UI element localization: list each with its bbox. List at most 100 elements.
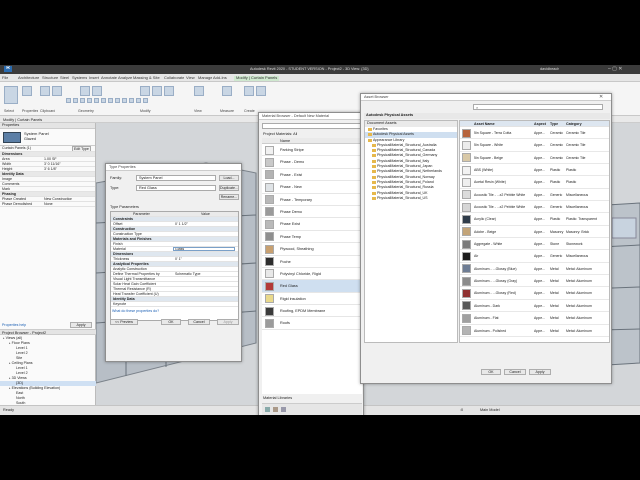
ribbon-tab[interactable]: Insert [89,76,99,81]
asset-row[interactable]: Aggregate - White Appe... Stone Stonework [460,238,609,251]
ribbon-tool-button[interactable] [4,86,18,104]
material-list-item[interactable]: Parking Stripe [262,144,362,157]
ribbon-small-tool-icon[interactable] [101,98,106,103]
ribbon-tool-button[interactable] [140,86,150,96]
tree-expander-icon[interactable]: ▸ [9,376,11,380]
ribbon-small-tool-icon[interactable] [143,98,148,103]
property-value[interactable]: 1.00 SF [44,157,57,161]
ribbon-small-tool-icon[interactable] [122,98,127,103]
revit-logo-icon[interactable]: R [4,66,12,72]
ribbon-tab[interactable]: Architecture [18,76,39,81]
parameter-value[interactable]: 0' 1" [175,257,182,261]
ribbon-small-tool-icon[interactable] [66,98,71,103]
ribbon-tab[interactable]: Manage [198,76,212,81]
create-material-icon[interactable] [273,407,278,412]
asset-row[interactable]: Aluminum - Polished Appe... Metal Metal: Al… [460,325,609,337]
rename-button[interactable]: Rename... [219,194,239,200]
ribbon-tool-button[interactable] [152,86,162,96]
parameter-value[interactable]: Schematic Type [175,272,201,276]
ribbon-tab[interactable]: Modify | Curtain Panels [234,76,280,81]
asset-row[interactable]: Aluminum - ...Glossy (Red) Appe... Metal Me… [460,287,609,300]
col-aspect[interactable]: Aspect [534,122,546,126]
family-select[interactable]: System Panel [136,175,216,181]
tree-expander-icon[interactable]: ▸ [9,341,11,345]
material-library-icon[interactable] [265,407,270,412]
asset-library-item[interactable]: PhysicalMaterial_Structural_US [365,196,457,201]
properties-help-link[interactable]: Properties help [2,323,26,327]
material-list-item[interactable]: Polyvinyl Chloride, Rigid [262,268,362,281]
ribbon-tool-button[interactable] [52,86,62,96]
ribbon-tab[interactable]: Steel [60,76,69,81]
asset-row[interactable]: Acoustic Tile - ...x2 Pebble White Appe..… [460,201,609,214]
material-list-item[interactable]: Phase - Demo [262,156,362,169]
ribbon-tool-button[interactable] [222,86,232,96]
ribbon-tab[interactable]: Structure [42,76,58,81]
col-asset-name[interactable]: Asset Name [474,122,495,126]
ribbon-small-tool-icon[interactable] [87,98,92,103]
asset-row[interactable]: Acoustic Tile - ...x2 Pebble White Appe..… [460,189,609,202]
tree-expander-icon[interactable]: ▸ [3,336,5,340]
type-apply-button[interactable]: Apply [217,319,239,325]
material-list-item[interactable]: Poche [262,256,362,268]
material-list-item[interactable]: Plywood, Sheathing [262,243,362,256]
asset-cancel-button[interactable]: Cancel [504,369,526,375]
asset-row[interactable]: Acrylic (Clear) Appe... Plastic Plastic: Tr… [460,213,609,226]
ribbon-tab[interactable]: Collaborate [164,76,184,81]
ribbon-tab[interactable]: Systems [72,76,87,81]
asset-row[interactable]: Adobe - Beige Appe... Masonry Masonry: Bric… [460,226,609,239]
close-icon[interactable]: ✕ [599,94,603,100]
ribbon-tab[interactable]: View [186,76,195,81]
material-list-item[interactable]: Phase - New [262,181,362,194]
ribbon-small-tool-icon[interactable] [129,98,134,103]
col-category[interactable]: Category [566,122,582,126]
material-list-item[interactable]: Roofs [262,317,362,330]
ribbon-tool-button[interactable] [40,86,50,96]
preview-button[interactable]: << Preview [110,319,138,325]
ribbon-tool-button[interactable] [194,86,204,96]
ribbon-tool-button[interactable] [92,86,102,96]
duplicate-button[interactable]: Duplicate... [219,185,239,191]
asset-row[interactable]: 5in Square - Beige Appe... Ceramic Ceramic … [460,152,609,165]
type-ok-button[interactable]: OK [161,319,181,325]
asset-row[interactable]: Aluminum - Dark Appe... Metal Metal: Alumin… [460,300,609,313]
col-type[interactable]: Type [550,122,558,126]
asset-row[interactable]: Acetal Resin (White) Appe... Plastic Plasti… [460,176,609,189]
material-filter[interactable]: Project Materials: All [263,132,297,136]
material-list-item[interactable]: Roofing, EPDM Membrane [262,305,362,318]
material-list-item[interactable]: Phase - Exist [262,169,362,182]
material-edit-box[interactable] [173,247,235,251]
asset-row[interactable]: 5in Square - White Appe... Ceramic Ceramic … [460,139,609,152]
asset-row[interactable]: 5in Square - Terra Cotta Appe... Ceramic Ce… [460,127,609,140]
ribbon-tool-button[interactable] [22,86,32,96]
property-value[interactable]: 3' 0 11/16" [44,162,61,166]
asset-row[interactable]: Aluminum - ...Glossy (Blue) Appe... Metal M… [460,263,609,276]
type-parameter-row[interactable]: Keynote [111,302,238,307]
ribbon-tool-button[interactable] [244,86,254,96]
material-list-item[interactable]: Red Glass [262,280,362,293]
asset-ok-button[interactable]: OK [481,369,501,375]
ribbon-tab[interactable]: File [2,76,8,81]
material-list-item[interactable]: Phase Temp [262,231,362,244]
ribbon-small-tool-icon[interactable] [94,98,99,103]
property-value[interactable]: 3' 6 1/8" [44,167,57,171]
material-list-item[interactable]: Phase - Temporary [262,194,362,206]
ribbon-tool-button[interactable] [164,86,174,96]
ribbon-small-tool-icon[interactable] [108,98,113,103]
ribbon-tool-button[interactable] [80,86,90,96]
asset-row[interactable]: ABS (White) Appe... Plastic Plastic [460,164,609,177]
material-list-item[interactable]: Rigid insulation [262,293,362,306]
ribbon-small-tool-icon[interactable] [73,98,78,103]
asset-browser-icon[interactable] [281,407,286,412]
asset-search-input[interactable]: ⌕ [473,104,603,110]
asset-row[interactable]: Aluminum - ...Glossy (Gray) Appe... Metal M… [460,275,609,288]
tree-expander-icon[interactable]: ▸ [9,361,11,365]
ribbon-small-tool-icon[interactable] [80,98,85,103]
type-cancel-button[interactable]: Cancel [188,319,210,325]
ribbon-tab[interactable]: Add-Ins [213,76,227,81]
properties-apply-button[interactable]: Apply [70,322,92,328]
property-value[interactable]: New Construction [44,197,72,201]
ribbon-tab[interactable]: Analyze [118,76,132,81]
material-search-input[interactable] [262,123,362,129]
ribbon-small-tool-icon[interactable] [115,98,120,103]
load-button[interactable]: Load... [219,175,239,181]
